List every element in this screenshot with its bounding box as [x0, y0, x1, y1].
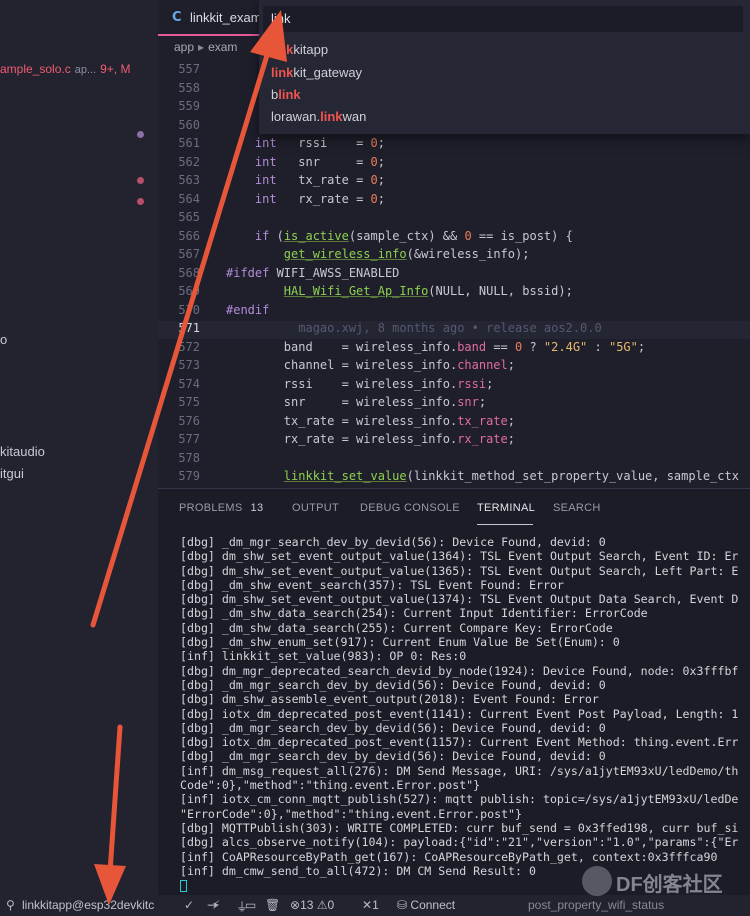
terminal-line: [dbg] _dm_shw_enum_set(917): Current Enu…: [180, 635, 620, 650]
code-line: 575 snr = wireless_info.snr;: [178, 395, 487, 409]
terminal-line: [dbg] _dm_shw_event_search(357): TSL Eve…: [180, 577, 564, 592]
breadcrumb-item[interactable]: app: [174, 40, 194, 54]
build-target[interactable]: linkkitapp@esp32devkitc: [22, 898, 154, 912]
code-line: 579 linkkit_set_value(linkkit_method_set…: [178, 469, 739, 483]
editor-tab-label: linkkit_exam: [190, 10, 262, 25]
terminal-line: [dbg] dm_mgr_deprecated_search_devid_by_…: [180, 663, 739, 678]
code-line: 561 int rssi = 0;: [178, 136, 385, 150]
tab-debug-console[interactable]: DEBUG CONSOLE: [360, 502, 460, 514]
sidebar-file-item[interactable]: ample_solo.c ap... 9+, M: [0, 62, 158, 80]
quick-open-result[interactable]: linkkitapp: [271, 42, 328, 57]
quick-open-result[interactable]: blink: [271, 87, 301, 102]
terminal-line: [dbg] _dm_mgr_search_dev_by_devid(56): D…: [180, 535, 606, 549]
terminal-line: [dbg] _dm_shw_data_search(255): Current …: [180, 620, 613, 635]
terminal-line: [dbg] dm_shw_set_event_output_value(1365…: [180, 563, 739, 578]
code-line: 568 #ifdef WIFI_AWSS_ENABLED: [178, 265, 400, 280]
code-line: 578: [178, 450, 200, 465]
active-tab-indicator: [477, 524, 533, 525]
code-line: 566 if (is_active(sample_ctx) && 0 == is…: [178, 228, 573, 243]
file-dir: ap...: [74, 64, 97, 76]
quick-open-result[interactable]: lorawan.linkwan: [271, 109, 366, 124]
file-badge: 9+, M: [100, 62, 131, 76]
terminal-line: [inf] dm_msg_request_all(276): DM Send M…: [180, 763, 739, 778]
code-line: 570 #endif: [178, 302, 270, 317]
watermark-text: DF创客社区: [616, 874, 723, 896]
database-icon: ⛁: [397, 898, 408, 912]
watermark: DF创客社区: [582, 866, 750, 896]
sidebar-item[interactable]: itgui: [0, 466, 24, 481]
terminal-line: [dbg] _dm_mgr_search_dev_by_devid(56): D…: [180, 749, 606, 764]
code-line: 572 band = wireless_info.band == 0 ? "2.…: [178, 339, 646, 354]
quick-open-widget: link linkkitapp linkkit_gateway blink lo…: [259, 0, 750, 134]
terminal-line: [dbg] dm_shw_set_event_output_value(1364…: [180, 549, 739, 564]
bottom-panel: PROBLEMS 13 OUTPUT DEBUG CONSOLE TERMINAL…: [158, 488, 750, 895]
code-line: 573 channel = wireless_info.channel;: [178, 358, 515, 372]
terminal-line: [inf] CoAPResourceByPath_get(167): CoAPR…: [180, 849, 718, 864]
search-icon[interactable]: ⚲: [6, 898, 15, 912]
terminal-line: [dbg] _dm_shw_data_search(254): Current …: [180, 606, 648, 621]
chevron-right-icon: ▸: [198, 40, 205, 54]
code-line: 563 int tx_rate = 0;: [178, 173, 385, 187]
quick-open-result[interactable]: linkkit_gateway: [271, 65, 362, 80]
code-line-current: 571 magao.xwj, 8 months ago • release ao…: [158, 321, 750, 339]
problems-indicator[interactable]: ⊗13 ⚠0: [290, 898, 334, 912]
tab-output[interactable]: OUTPUT: [292, 502, 339, 514]
tab-search[interactable]: SEARCH: [553, 502, 601, 514]
terminal-line: [dbg] dm_shw_set_event_output_value(1374…: [180, 592, 739, 607]
terminal-line: [dbg] _dm_mgr_search_dev_by_devid(56): D…: [180, 720, 606, 735]
connect-button[interactable]: ⛁ Connect: [397, 898, 455, 912]
trash-icon[interactable]: 🗑: [265, 898, 280, 912]
status-right-text[interactable]: post_property_wifi_status: [528, 898, 664, 912]
tasks-indicator[interactable]: ✕1: [362, 898, 379, 912]
terminal-line: [dbg] iotx_dm_deprecated_post_event(1141…: [180, 706, 739, 721]
code-line: 576 tx_rate = wireless_info.tx_rate;: [178, 413, 515, 428]
terminal-line: [dbg] _dm_mgr_search_dev_by_devid(56): D…: [180, 677, 606, 692]
terminal-line: "ErrorCode":0},"method":"thing.event.Err…: [180, 806, 523, 821]
modified-dot-icon: [137, 131, 144, 138]
file-name: ample_solo.c: [0, 62, 71, 76]
terminal-line: [inf] linkkit_set_value(983): OP 0: Res:…: [180, 649, 467, 664]
code-line: 567 get_wireless_info(&wireless_info);: [178, 247, 530, 261]
terminal-line: [inf] iotx_cm_conn_mqtt_publish(527): mq…: [180, 792, 739, 807]
terminal-icon[interactable]: ▭: [245, 898, 256, 912]
df-logo-icon: [582, 866, 612, 896]
flash-icon[interactable]: ⚡: [212, 898, 220, 912]
terminal-line: [dbg] dm_shw_assemble_event_output(2018)…: [180, 692, 599, 707]
terminal-line: Code":0},"method":"thing.event.Error.pos…: [180, 778, 481, 793]
editor-tab[interactable]: C linkkit_exam: [158, 0, 262, 36]
tab-problems[interactable]: PROBLEMS 13: [179, 502, 263, 514]
code-line: 565: [178, 210, 200, 224]
breadcrumb-item[interactable]: exam: [208, 40, 237, 54]
quick-open-input[interactable]: link: [263, 6, 743, 32]
code-line: 569 HAL_Wifi_Get_Ap_Info(NULL, NULL, bss…: [178, 284, 573, 298]
c-file-icon: C: [172, 10, 182, 25]
warning-icon: ⚠: [316, 898, 328, 912]
code-line: 574 rssi = wireless_info.rssi;: [178, 376, 494, 391]
sidebar-item[interactable]: o: [0, 332, 7, 347]
code-line: 562 int snr = 0;: [178, 154, 385, 169]
terminal-output[interactable]: [dbg] _dm_mgr_search_dev_by_devid(56): D…: [180, 535, 750, 892]
modified-dot-icon: [137, 198, 144, 205]
sync-icon: ✕: [362, 898, 373, 912]
terminal-line: [dbg] alcs_observe_notify(104): payload:…: [180, 835, 739, 850]
breadcrumb[interactable]: app ▸ exam: [174, 40, 237, 54]
tab-terminal[interactable]: TERMINAL: [477, 502, 535, 514]
git-blame-annotation: magao.xwj, 8 months ago • release aos2.0…: [298, 321, 602, 335]
code-line: 564 int rx_rate = 0;: [178, 191, 385, 206]
status-bar: ⚲ linkkitapp@esp32devkitc ✓ → ⚡ ⏚ ▭ 🗑 ⊗1…: [0, 895, 750, 916]
terminal-line: [dbg] iotx_dm_deprecated_post_event(1157…: [180, 735, 739, 750]
modified-dot-icon: [137, 177, 144, 184]
sidebar-item[interactable]: kitaudio: [0, 444, 45, 459]
error-icon: ⊗: [290, 898, 301, 912]
explorer-sidebar: ample_solo.c ap... 9+, M o kitaudio itgui: [0, 0, 158, 895]
terminal-cursor: [180, 879, 187, 892]
code-line: 577 rx_rate = wireless_info.rx_rate;: [178, 432, 515, 446]
terminal-line: [dbg] MQTTPublish(303): WRITE COMPLETED:…: [180, 820, 739, 835]
problems-count-badge: 13: [250, 502, 264, 514]
check-icon[interactable]: ✓: [184, 898, 194, 912]
